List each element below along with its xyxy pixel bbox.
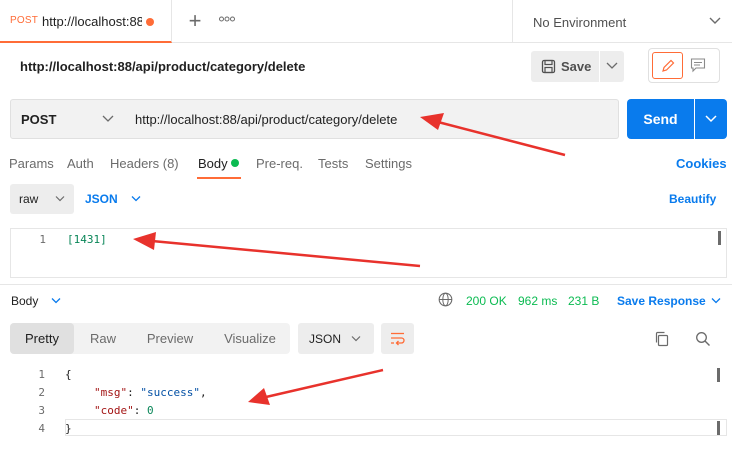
tab-params[interactable]: Params xyxy=(9,156,54,171)
send-button[interactable]: Send xyxy=(627,99,694,139)
json-value: 0 xyxy=(147,404,154,417)
send-options-button[interactable] xyxy=(695,99,727,139)
save-response-button[interactable]: Save Response xyxy=(617,294,706,308)
code-brace-open: { xyxy=(65,368,72,381)
new-tab-button[interactable]: + xyxy=(185,10,205,32)
json-key: "code" xyxy=(94,404,134,417)
http-method-select[interactable]: POST xyxy=(10,99,125,139)
chevron-down-icon xyxy=(351,336,361,342)
wrap-lines-icon xyxy=(391,332,405,346)
save-options-button[interactable] xyxy=(600,51,624,82)
body-language-select[interactable]: JSON xyxy=(85,192,118,206)
comment-icon[interactable] xyxy=(690,57,706,73)
scrollbar[interactable] xyxy=(718,231,721,245)
chevron-down-icon xyxy=(131,196,141,202)
request-tab[interactable]: POST http://localhost:88 xyxy=(0,0,172,43)
view-visualize[interactable]: Visualize xyxy=(210,323,290,354)
active-tab-underline xyxy=(197,177,241,179)
chevron-down-icon xyxy=(51,298,61,304)
chevron-down-icon xyxy=(705,115,717,123)
url-value: http://localhost:88/api/product/category… xyxy=(135,112,398,127)
ellipsis-icon xyxy=(219,16,235,22)
copy-icon[interactable] xyxy=(654,331,670,347)
scrollbar[interactable] xyxy=(717,368,720,382)
beautify-button[interactable]: Beautify xyxy=(669,192,716,206)
tab-headers[interactable]: Headers (8) xyxy=(110,156,179,171)
request-tab-bar: POST http://localhost:88 + No Environmen… xyxy=(0,0,732,43)
scrollbar[interactable] xyxy=(717,421,720,435)
globe-icon[interactable] xyxy=(438,292,453,307)
chevron-down-icon xyxy=(709,17,721,24)
response-view-tabs: Pretty Raw Preview Visualize xyxy=(10,323,290,354)
line-number: 2 xyxy=(38,386,45,399)
tab-method: POST xyxy=(10,15,39,26)
status-code[interactable]: 200 OK xyxy=(466,294,507,308)
line-number: 1 xyxy=(38,368,45,381)
save-icon xyxy=(541,59,556,74)
response-body-label[interactable]: Body xyxy=(11,294,38,308)
chevron-down-icon xyxy=(606,62,618,69)
response-format-label: JSON xyxy=(309,332,342,346)
method-label: POST xyxy=(21,112,57,127)
json-comma: , xyxy=(199,386,207,399)
code-line: "code": 0 xyxy=(94,404,154,417)
response-time[interactable]: 962 ms xyxy=(518,294,557,308)
json-colon: : xyxy=(133,404,147,417)
request-body-editor[interactable]: 1 [1431] xyxy=(10,228,727,278)
environment-selector[interactable]: No Environment xyxy=(512,0,732,43)
view-toggle-group xyxy=(648,48,720,83)
pencil-icon xyxy=(662,59,675,72)
view-raw[interactable]: Raw xyxy=(74,323,132,354)
url-input[interactable]: http://localhost:88/api/product/category… xyxy=(124,99,619,139)
active-line-highlight xyxy=(65,419,727,436)
line-number: 1 xyxy=(39,233,46,246)
response-body-viewer[interactable]: 1 2 3 4 { "msg": "success", "code": 0 } xyxy=(10,362,727,456)
body-indicator-dot xyxy=(231,159,239,167)
tab-tests[interactable]: Tests xyxy=(318,156,348,171)
tab-url: http://localhost:88 xyxy=(42,14,142,29)
response-size[interactable]: 231 B xyxy=(568,294,599,308)
body-mode-select[interactable]: raw xyxy=(10,184,74,214)
json-key: "msg" xyxy=(94,386,128,399)
search-icon[interactable] xyxy=(695,331,711,347)
cookies-link[interactable]: Cookies xyxy=(676,156,727,171)
tab-settings[interactable]: Settings xyxy=(365,156,412,171)
line-number: 4 xyxy=(38,422,45,435)
view-preview[interactable]: Preview xyxy=(134,323,206,354)
json-colon: : xyxy=(127,386,141,399)
save-button[interactable]: Save xyxy=(531,51,599,82)
divider xyxy=(0,284,732,285)
tab-prereq[interactable]: Pre-req. xyxy=(256,156,303,171)
request-title[interactable]: http://localhost:88/api/product/category… xyxy=(20,59,305,74)
chevron-down-icon xyxy=(102,115,114,122)
code-line: [1431] xyxy=(67,233,107,246)
line-number: 3 xyxy=(38,404,45,417)
edit-button[interactable] xyxy=(652,52,683,79)
tab-auth[interactable]: Auth xyxy=(67,156,94,171)
body-mode-label: raw xyxy=(19,192,39,206)
view-pretty[interactable]: Pretty xyxy=(10,323,74,354)
unsaved-dot-icon xyxy=(146,18,154,26)
code-brace-close: } xyxy=(65,422,72,435)
tab-body[interactable]: Body xyxy=(198,156,228,171)
wrap-lines-button[interactable] xyxy=(381,323,414,354)
chevron-down-icon xyxy=(55,196,65,202)
more-tabs-button[interactable] xyxy=(219,13,235,25)
json-value: "success" xyxy=(140,386,200,399)
environment-label: No Environment xyxy=(533,15,627,30)
response-format-select[interactable]: JSON xyxy=(298,323,374,354)
code-line: "msg": "success", xyxy=(94,386,207,399)
save-label: Save xyxy=(561,59,592,74)
chevron-down-icon xyxy=(711,298,721,304)
